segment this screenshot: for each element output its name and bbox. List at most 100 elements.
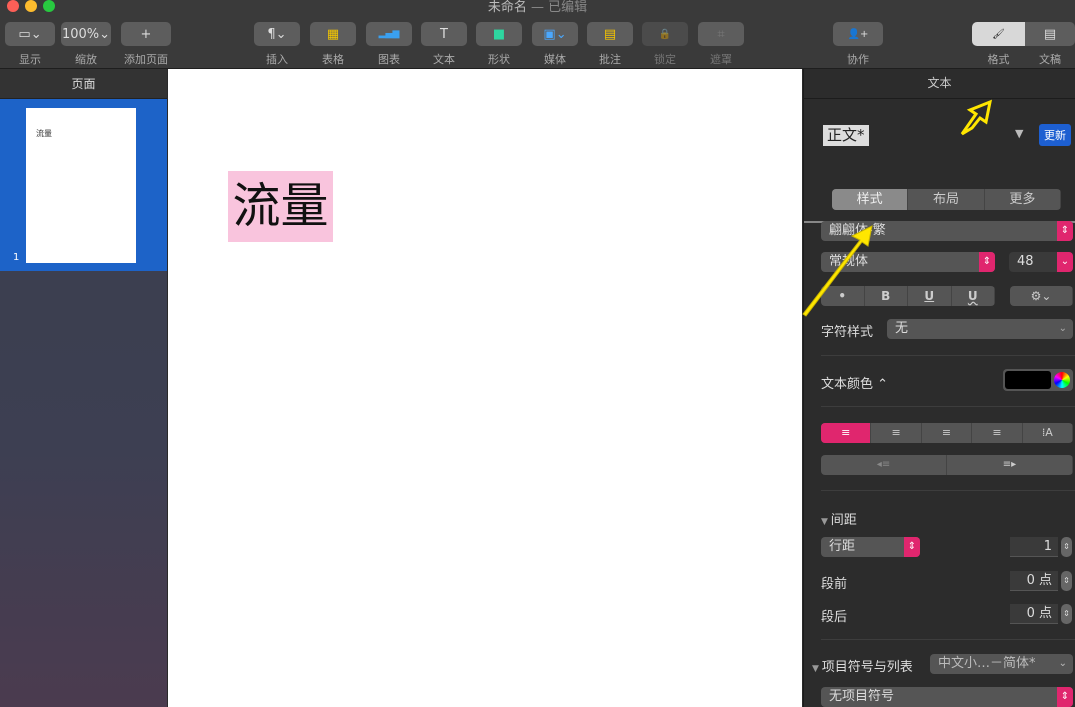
mask-button[interactable]: ⌗ 遮罩 xyxy=(698,22,744,67)
text-label: 文本 xyxy=(433,53,455,66)
view-button[interactable]: ▭⌄ 显示 xyxy=(5,22,55,67)
view-label: 显示 xyxy=(19,53,41,66)
window-title: 未命名 — 已编辑 xyxy=(0,0,1075,15)
divider xyxy=(821,490,1075,491)
inspector-tabs: 样式 布局 更多 xyxy=(832,189,1061,210)
zoom-select[interactable]: 100%⌄ 缩放 xyxy=(61,22,111,67)
divider xyxy=(821,406,1075,407)
text-button[interactable]: T 文本 xyxy=(421,22,467,67)
space-before-field[interactable]: 0 点 xyxy=(1010,571,1058,591)
shape-button[interactable]: ■ 形状 xyxy=(476,22,522,67)
chevron-down-icon: ⌄ xyxy=(1058,658,1067,669)
collaborate-label: 协作 xyxy=(847,53,869,66)
updown-chevron-icon: ⇕ xyxy=(979,252,995,272)
line-spacing-field[interactable]: 1 xyxy=(1010,537,1058,557)
wavy-underline-button[interactable]: U xyxy=(952,286,995,306)
comment-icon: ▤ xyxy=(587,22,633,46)
paintbrush-icon: 🖌 xyxy=(972,22,1025,46)
tab-style[interactable]: 样式 xyxy=(832,189,909,210)
decrease-indent-button[interactable]: ◂≡ xyxy=(821,455,947,475)
gear-icon: ⚙⌄ xyxy=(1010,286,1073,306)
add-page-label: 添加页面 xyxy=(124,53,168,66)
list-preset-value: 中文小…－简体* xyxy=(938,656,1036,671)
collaborate-button[interactable]: 👤+ 协作 xyxy=(833,22,883,67)
selected-text-box[interactable]: 流量 xyxy=(228,171,333,242)
increase-indent-button[interactable]: ≡▸ xyxy=(947,455,1073,475)
lock-label: 锁定 xyxy=(654,53,676,66)
doc-name: 未命名 xyxy=(487,0,527,15)
align-right-button[interactable]: ≡ xyxy=(922,423,973,443)
edited-status: — 已编辑 xyxy=(531,0,588,15)
zoom-button[interactable] xyxy=(43,0,55,12)
insert-button[interactable]: ¶⌄ 插入 xyxy=(254,22,300,67)
divider xyxy=(821,639,1075,640)
chart-label: 图表 xyxy=(378,53,400,66)
text-icon: T xyxy=(421,22,467,46)
paragraph-style-name[interactable]: 正文* xyxy=(823,125,869,146)
typeface-value: 常规体 xyxy=(829,254,869,269)
text-color-label: 文本颜色 ⌃ xyxy=(821,377,889,392)
divider xyxy=(821,355,1075,356)
inspector-header: 文本 xyxy=(804,69,1075,99)
justify-button[interactable]: ≡ xyxy=(972,423,1023,443)
chevron-down-icon: ⌄ xyxy=(1058,323,1067,334)
window-controls xyxy=(7,0,61,15)
shape-icon: ■ xyxy=(476,22,522,46)
text-color-well[interactable] xyxy=(1003,369,1073,391)
font-family-select[interactable]: 翩翩体-繁 ⇕ xyxy=(821,221,1073,241)
typeface-select[interactable]: 常规体 ⇕ xyxy=(821,252,995,272)
font-size-value: 48 xyxy=(1017,254,1034,269)
media-button[interactable]: ▣⌄ 媒体 xyxy=(532,22,578,67)
space-after-field[interactable]: 0 点 xyxy=(1010,604,1058,624)
spacing-section-toggle[interactable]: ▼ 间距 xyxy=(821,509,857,528)
bullets-section-toggle[interactable]: ▼ 项目符号与列表 xyxy=(812,656,913,675)
font-family-value: 翩翩体-繁 xyxy=(829,223,886,238)
tab-more[interactable]: 更多 xyxy=(985,189,1061,210)
add-page-button[interactable]: + 添加页面 xyxy=(121,22,171,67)
char-style-label: 字符样式 xyxy=(821,325,874,340)
media-label: 媒体 xyxy=(544,53,566,66)
align-left-button[interactable]: ≡ xyxy=(821,423,872,443)
page-thumbnails-sidebar: 页面 流量 1 xyxy=(0,69,167,707)
font-size-field[interactable]: 48 ⌄ xyxy=(1009,252,1073,272)
minimize-button[interactable] xyxy=(25,0,37,12)
text-style-buttons: • B U U xyxy=(821,286,995,306)
document-canvas[interactable]: 流量 xyxy=(168,69,802,707)
char-style-select[interactable]: 无 ⌄ xyxy=(887,319,1073,339)
space-after-stepper[interactable]: ⇕ xyxy=(1061,604,1072,624)
color-wheel-icon[interactable] xyxy=(1054,372,1070,388)
text-direction-button[interactable]: ⁞A xyxy=(1023,423,1073,443)
chart-icon: ▂▄▆ xyxy=(366,22,412,46)
page-preview: 流量 xyxy=(26,108,136,263)
comment-label: 批注 xyxy=(599,53,621,66)
view-icon: ▭⌄ xyxy=(5,22,55,46)
comment-button[interactable]: ▤ 批注 xyxy=(587,22,633,67)
paragraph-icon: ¶⌄ xyxy=(254,22,300,46)
paragraph-style-dropdown-icon[interactable]: ▼ xyxy=(1015,127,1023,140)
list-preset-select[interactable]: 中文小…－简体* ⌄ xyxy=(930,654,1073,674)
space-before-stepper[interactable]: ⇕ xyxy=(1061,571,1072,591)
format-label: 格式 xyxy=(987,53,1010,66)
underline-button[interactable]: U xyxy=(908,286,952,306)
sidebar-header: 页面 xyxy=(0,69,167,99)
shape-label: 形状 xyxy=(488,53,510,66)
updown-chevron-icon: ⇕ xyxy=(1057,221,1073,241)
format-button[interactable]: 🖌 格式 xyxy=(972,22,1025,67)
page-thumbnail-1[interactable]: 流量 1 xyxy=(0,99,167,271)
line-spacing-mode-select[interactable]: 行距 ⇕ xyxy=(821,537,920,557)
text-options-button[interactable]: ⚙⌄ xyxy=(1010,286,1073,306)
lock-icon: 🔒 xyxy=(642,22,688,46)
bold-button[interactable]: B xyxy=(865,286,908,306)
chart-button[interactable]: ▂▄▆ 图表 xyxy=(366,22,412,67)
updown-chevron-icon: ⇕ xyxy=(1057,687,1073,707)
bullet-type-select[interactable]: 无项目符号 ⇕ xyxy=(821,687,1073,707)
align-center-button[interactable]: ≡ xyxy=(871,423,922,443)
document-button[interactable]: ▤ 文稿 xyxy=(1025,22,1075,67)
tab-layout[interactable]: 布局 xyxy=(908,189,985,210)
line-spacing-stepper[interactable]: ⇕ xyxy=(1061,537,1072,557)
table-button[interactable]: ▦ 表格 xyxy=(310,22,356,67)
lock-button[interactable]: 🔒 锁定 xyxy=(642,22,688,67)
update-style-button[interactable]: 更新 xyxy=(1039,124,1071,146)
bullet-style-button[interactable]: • xyxy=(821,286,865,306)
close-button[interactable] xyxy=(7,0,19,12)
